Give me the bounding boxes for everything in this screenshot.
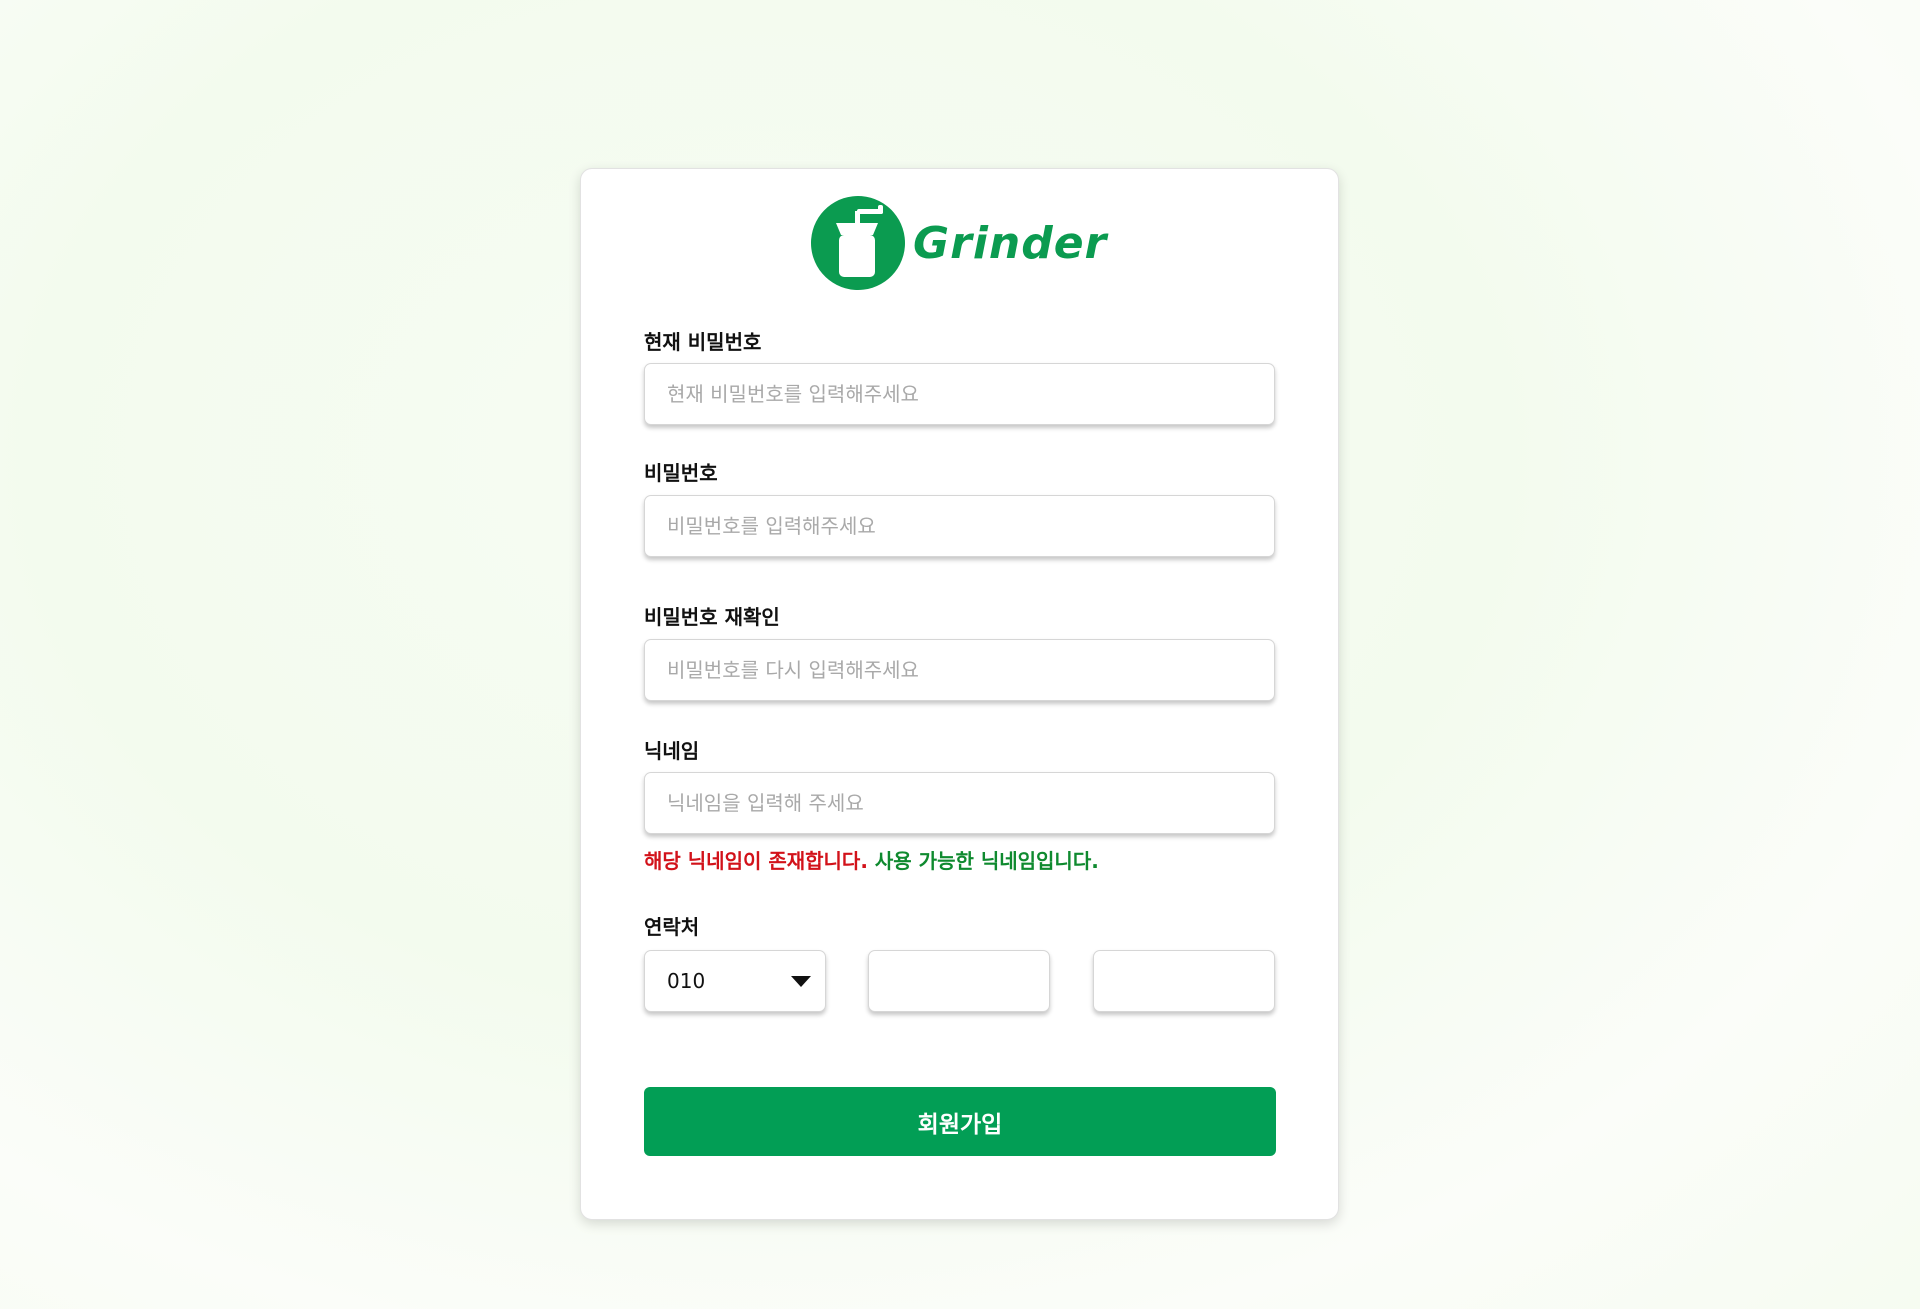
password-confirm-input[interactable] <box>644 639 1275 701</box>
nickname-error-text: 해당 닉네임이 존재합니다. <box>644 849 868 873</box>
nickname-label: 닉네임 <box>644 739 700 763</box>
phone-middle-input[interactable] <box>868 950 1050 1012</box>
password-label: 비밀번호 <box>644 461 718 485</box>
phone-prefix-value: 010 <box>667 969 706 993</box>
password-input[interactable] <box>644 495 1275 557</box>
brand-logo: Grinder <box>809 195 1107 291</box>
phone-last-input[interactable] <box>1093 950 1275 1012</box>
nickname-success-text: 사용 가능한 닉네임입니다. <box>874 849 1099 873</box>
current-password-label: 현재 비밀번호 <box>644 330 762 354</box>
phone-prefix-select[interactable]: 010 <box>644 950 826 1012</box>
signup-button[interactable]: 회원가입 <box>644 1087 1276 1156</box>
signup-card: Grinder 현재 비밀번호 비밀번호 비밀번호 재확인 닉네임 해당 닉네임… <box>580 168 1339 1220</box>
current-password-input[interactable] <box>644 363 1275 425</box>
contact-label: 연락처 <box>644 915 700 939</box>
coffee-grinder-icon <box>809 195 907 291</box>
nickname-validation-message: 해당 닉네임이 존재합니다. 사용 가능한 닉네임입니다. <box>644 845 1099 874</box>
caret-down-icon <box>791 975 811 987</box>
password-confirm-label: 비밀번호 재확인 <box>644 605 780 629</box>
nickname-input[interactable] <box>644 772 1275 834</box>
brand-name: Grinder <box>913 217 1108 269</box>
